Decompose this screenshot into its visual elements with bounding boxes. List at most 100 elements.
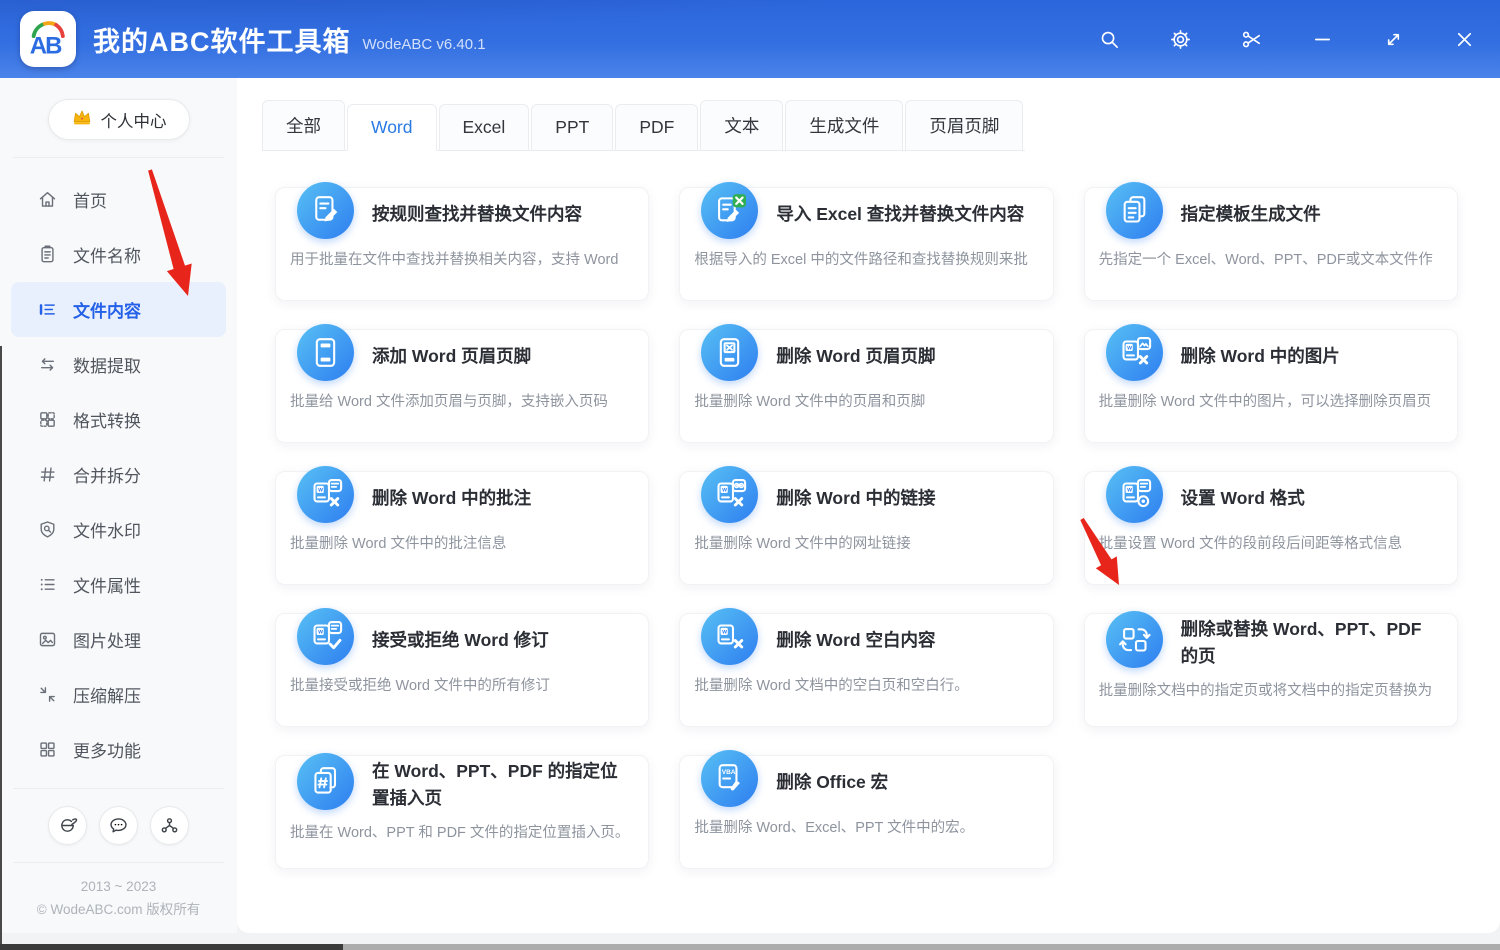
close-button[interactable] — [1452, 27, 1476, 51]
share-button[interactable] — [150, 806, 189, 845]
sidebar-item-label: 文件内容 — [73, 297, 141, 322]
svg-text:w: w — [317, 630, 323, 636]
sidebar-item-file-name[interactable]: 文件名称 — [11, 227, 226, 282]
app-window: AB 我的ABC软件工具箱 WodeABC v6.40.1 个人中心 — [0, 0, 1500, 950]
share-icon — [159, 815, 180, 836]
sidebar-item-label: 图片处理 — [73, 627, 141, 652]
card-description: 批量接受或拒绝 Word 文件中的所有修订 — [290, 674, 634, 695]
sidebar-item-label: 合并拆分 — [73, 462, 141, 487]
page-header-footer-x-icon — [701, 324, 758, 381]
sidebar-item-image-process[interactable]: 图片处理 — [11, 612, 226, 667]
wdoc-check-icon: w — [297, 608, 354, 665]
crown-icon — [71, 106, 93, 133]
tab-文本[interactable]: 文本 — [700, 100, 783, 150]
feature-card[interactable]: 删除 Word 页眉页脚批量删除 Word 文件中的页眉和页脚 — [679, 329, 1053, 443]
card-title: 按规则查找并替换文件内容 — [372, 193, 582, 228]
data-extract-icon — [37, 354, 58, 375]
sidebar-item-watermark[interactable]: 文件水印 — [11, 502, 226, 557]
feedback-chat-button[interactable] — [99, 806, 138, 845]
feature-card[interactable]: w删除 Word 中的图片批量删除 Word 文件中的图片，可以选择删除页眉页 — [1084, 329, 1458, 443]
feature-card[interactable]: 在 Word、PPT、PDF 的指定位置插入页批量在 Word、PPT 和 PD… — [275, 755, 649, 869]
sidebar-footer: 2013 ~ 2023 © WodeABC.com 版权所有 — [0, 788, 237, 933]
card-description: 批量删除 Word 文件中的图片，可以选择删除页眉页 — [1099, 390, 1443, 411]
horizontal-scrollbar-thumb[interactable] — [0, 944, 343, 950]
card-replace-pages[interactable]: 删除或替换 Word、PPT、PDF 的页批量删除文档中的指定页或将文档中的指定… — [1084, 613, 1458, 727]
tab-Word[interactable]: Word — [347, 104, 437, 151]
copyright-years: 2013 ~ 2023 — [0, 875, 237, 898]
feature-card[interactable]: w删除 Word 中的批注批量删除 Word 文件中的批注信息 — [275, 471, 649, 585]
merge-split-icon — [37, 464, 58, 485]
feature-card[interactable]: 添加 Word 页眉页脚批量给 Word 文件添加页眉与页脚，支持嵌入页码 — [275, 329, 649, 443]
main-panel: 全部WordExcelPPTPDF文本生成文件页眉页脚 按规则查找并替换文件内容… — [237, 78, 1500, 933]
card-description: 批量删除 Word 文档中的空白页和空白行。 — [694, 674, 1038, 695]
tab-页眉页脚[interactable]: 页眉页脚 — [905, 100, 1023, 150]
more-features-icon — [37, 739, 58, 760]
sidebar-item-label: 压缩解压 — [73, 682, 141, 707]
minimize-button[interactable] — [1310, 27, 1334, 51]
svg-text:w: w — [722, 488, 728, 494]
file-content-icon — [37, 299, 58, 320]
tab-全部[interactable]: 全部 — [262, 100, 345, 150]
tab-PPT[interactable]: PPT — [531, 104, 613, 150]
sidebar-item-label: 格式转换 — [73, 407, 141, 432]
card-description: 批量删除 Word、Excel、PPT 文件中的宏。 — [694, 816, 1038, 837]
resize-button[interactable] — [1381, 27, 1405, 51]
compress-icon — [37, 684, 58, 705]
svg-text:w: w — [1126, 488, 1132, 494]
feature-card[interactable]: 按规则查找并替换文件内容用于批量在文件中查找并替换相关内容，支持 Word — [275, 187, 649, 301]
card-description: 根据导入的 Excel 中的文件路径和查找替换规则来批 — [694, 248, 1038, 269]
sidebar-item-label: 文件属性 — [73, 572, 141, 597]
sidebar-item-file-content[interactable]: 文件内容 — [11, 282, 226, 337]
feature-card[interactable]: 指定模板生成文件先指定一个 Excel、Word、PPT、PDF或文本文件作 — [1084, 187, 1458, 301]
sidebar-item-file-props[interactable]: 文件属性 — [11, 557, 226, 612]
image-process-icon — [37, 629, 58, 650]
card-title: 删除 Word 中的链接 — [776, 477, 935, 512]
swap-pages-icon — [1106, 611, 1163, 668]
browser-button[interactable] — [48, 806, 87, 845]
feature-card[interactable]: w删除 Word 中的链接批量删除 Word 文件中的网址链接 — [679, 471, 1053, 585]
window-left-edge — [0, 346, 2, 944]
personal-center-button[interactable]: 个人中心 — [48, 99, 190, 140]
tab-生成文件[interactable]: 生成文件 — [785, 100, 903, 150]
doc-pencil-icon — [297, 182, 354, 239]
search-button[interactable] — [1097, 27, 1121, 51]
feature-card[interactable]: VBA删除 Office 宏批量删除 Word、Excel、PPT 文件中的宏。 — [679, 755, 1053, 869]
feature-card[interactable]: w删除 Word 空白内容批量删除 Word 文档中的空白页和空白行。 — [679, 613, 1053, 727]
wdoc-image-x-icon: w — [1106, 324, 1163, 381]
card-description: 批量给 Word 文件添加页眉与页脚，支持嵌入页码 — [290, 390, 634, 411]
card-title: 添加 Word 页眉页脚 — [372, 335, 531, 370]
sidebar-item-label: 数据提取 — [73, 352, 141, 377]
sidebar: 个人中心 首页文件名称文件内容数据提取格式转换合并拆分文件水印文件属性图片处理压… — [0, 78, 237, 933]
feature-card[interactable]: w设置 Word 格式批量设置 Word 文件的段前段后间距等格式信息 — [1084, 471, 1458, 585]
home-icon — [37, 189, 58, 210]
feature-card[interactable]: 导入 Excel 查找并替换文件内容根据导入的 Excel 中的文件路径和查找替… — [679, 187, 1053, 301]
sidebar-item-merge-split[interactable]: 合并拆分 — [11, 447, 226, 502]
watermark-icon — [37, 519, 58, 540]
sidebar-item-data-extract[interactable]: 数据提取 — [11, 337, 226, 392]
tab-PDF[interactable]: PDF — [615, 104, 698, 150]
svg-text:VBA: VBA — [722, 769, 736, 776]
sidebar-item-label: 文件名称 — [73, 242, 141, 267]
card-description: 批量删除 Word 文件中的页眉和页脚 — [694, 390, 1038, 411]
wdoc-comment-x-icon: w — [297, 466, 354, 523]
horizontal-scrollbar[interactable] — [0, 944, 1500, 950]
scissors-button[interactable] — [1239, 27, 1263, 51]
copyright-owner: © WodeABC.com 版权所有 — [0, 898, 237, 921]
sidebar-item-compress[interactable]: 压缩解压 — [11, 667, 226, 722]
tab-Excel[interactable]: Excel — [439, 104, 530, 150]
settings-icon — [1169, 28, 1192, 51]
sidebar-item-more-features[interactable]: 更多功能 — [11, 722, 226, 777]
sidebar-item-format-convert[interactable]: 格式转换 — [11, 392, 226, 447]
format-convert-icon — [37, 409, 58, 430]
sidebar-item-home[interactable]: 首页 — [11, 172, 226, 227]
wdoc-x-icon: w — [701, 608, 758, 665]
card-title: 设置 Word 格式 — [1181, 477, 1305, 512]
file-name-icon — [37, 244, 58, 265]
file-props-icon — [37, 574, 58, 595]
feature-card[interactable]: w接受或拒绝 Word 修订批量接受或拒绝 Word 文件中的所有修订 — [275, 613, 649, 727]
pages-hash-icon — [297, 753, 354, 810]
titlebar: AB 我的ABC软件工具箱 WodeABC v6.40.1 — [0, 0, 1500, 78]
wdoc-link-x-icon: w — [701, 466, 758, 523]
page-header-footer-icon — [297, 324, 354, 381]
settings-button[interactable] — [1168, 27, 1192, 51]
